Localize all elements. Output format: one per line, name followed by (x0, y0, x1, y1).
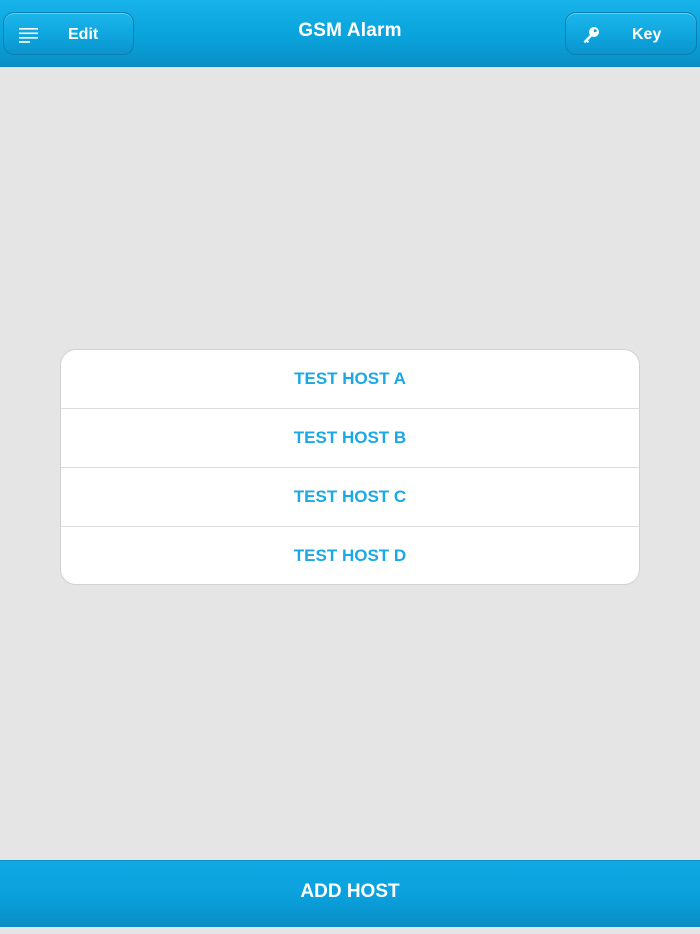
host-item-b[interactable]: TEST HOST B (61, 409, 639, 468)
add-host-label: ADD HOST (300, 881, 400, 902)
host-item-d[interactable]: TEST HOST D (61, 527, 639, 584)
add-host-button[interactable]: ADD HOST (0, 860, 700, 927)
key-icon (583, 27, 599, 44)
key-button[interactable]: Key (565, 12, 697, 55)
top-navigation-bar: Edit GSM Alarm Key (0, 0, 700, 67)
bottom-strip (0, 927, 700, 934)
host-item-a[interactable]: TEST HOST A (61, 350, 639, 409)
host-list: TEST HOST A TEST HOST B TEST HOST C TEST… (60, 349, 640, 585)
key-button-label: Key (632, 26, 662, 43)
host-item-c[interactable]: TEST HOST C (61, 468, 639, 527)
